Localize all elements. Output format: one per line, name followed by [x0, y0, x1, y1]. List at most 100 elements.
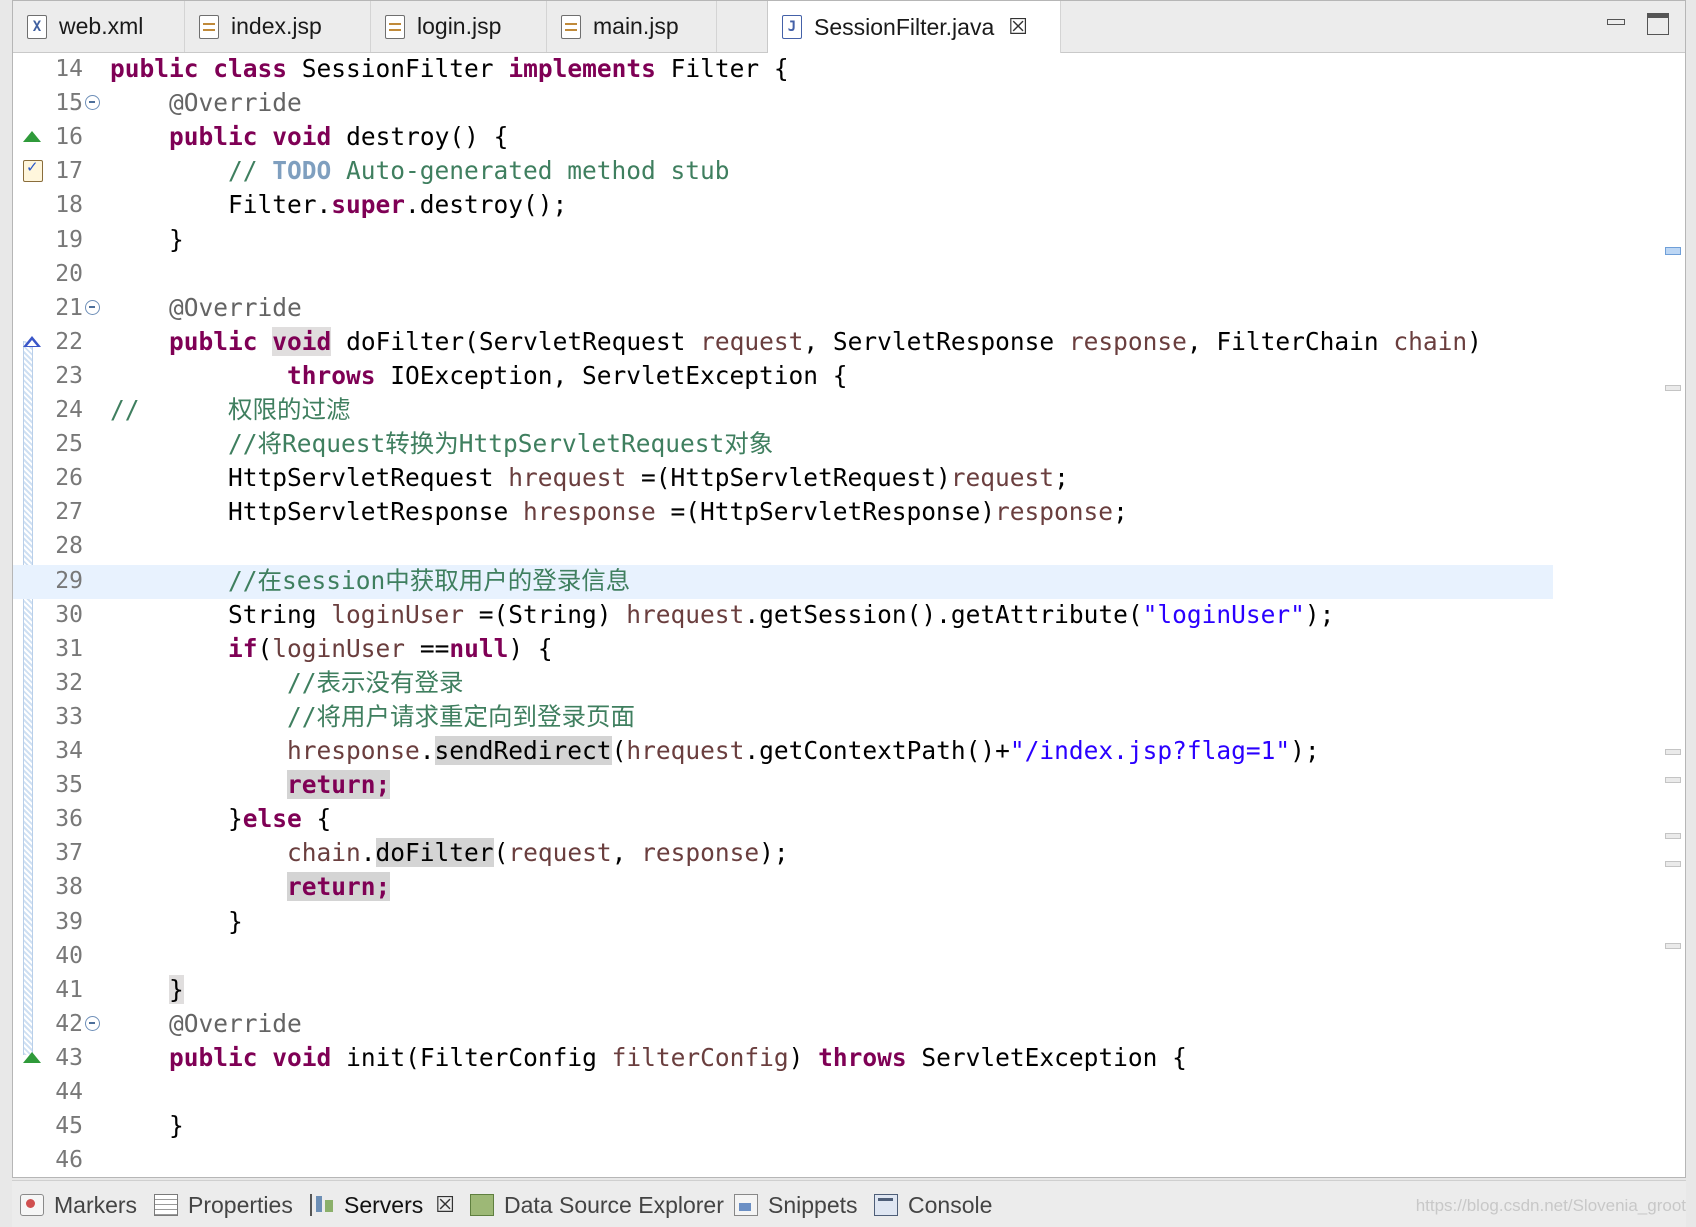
view-tab-properties[interactable]: Properties [154, 1185, 293, 1225]
watermark: https://blog.csdn.net/Slovenia_groot [1415, 1196, 1686, 1215]
line-number: 14 [55, 56, 83, 82]
code-line[interactable]: 14 public class SessionFilter implements … [13, 53, 1553, 87]
collapse-icon[interactable] [85, 1015, 100, 1031]
tab-login-jsp[interactable]: login.jsp [371, 1, 547, 52]
tab-label: login.jsp [417, 13, 502, 39]
view-tab-servers[interactable]: Servers ☒ [310, 1185, 455, 1225]
code-text: if(loginUser ==null) { [228, 633, 553, 663]
code-line[interactable]: 46 [13, 1144, 1553, 1178]
line-number: 28 [55, 533, 83, 560]
code-line[interactable]: 32 //表示没有登录 [13, 667, 1553, 701]
view-tab-label: Data Source Explorer [504, 1191, 724, 1218]
code-text: public class SessionFilter implements Fi… [110, 54, 789, 83]
code-text: @Override [169, 88, 302, 118]
maximize-icon[interactable] [1647, 13, 1669, 35]
line-number: 35 [55, 772, 83, 799]
view-tab-snippets[interactable]: Snippets [734, 1185, 858, 1225]
code-text: return; [287, 770, 391, 800]
view-tab-markers[interactable]: Markers [20, 1185, 137, 1225]
occurrence-marker[interactable] [1665, 861, 1681, 867]
line-number: 24 [55, 397, 83, 423]
minimize-icon[interactable] [1605, 11, 1629, 35]
line-number: 29 [55, 567, 83, 594]
tab-index-jsp[interactable]: index.jsp [185, 1, 371, 52]
jsp-file-icon [199, 14, 219, 39]
tab-main-jsp[interactable]: main.jsp [547, 1, 717, 52]
line-number: 18 [55, 192, 83, 219]
tab-web-xml[interactable]: X web.xml [13, 1, 185, 52]
snippets-icon [734, 1194, 758, 1216]
code-line[interactable]: 26 HttpServletRequest hrequest =(HttpSer… [13, 462, 1553, 496]
view-tab-data-source-explorer[interactable]: Data Source Explorer [470, 1185, 724, 1225]
code-text: //将Request转换为HttpServletRequest对象 [228, 429, 774, 459]
line-number: 37 [55, 840, 83, 867]
code-text: } [110, 906, 243, 936]
code-line[interactable]: 42 @Override [13, 1008, 1553, 1042]
view-tab-label: Properties [188, 1191, 293, 1218]
code-line[interactable]: 30 String loginUser =(String) hrequest.g… [13, 599, 1553, 633]
code-line[interactable]: 44 [13, 1076, 1553, 1110]
line-number: 26 [55, 465, 83, 492]
occurrence-marker[interactable] [1665, 749, 1681, 755]
code-line[interactable]: 22 public void doFilter(ServletRequest r… [13, 326, 1553, 360]
properties-icon [154, 1194, 178, 1216]
line-number: 34 [55, 738, 83, 764]
code-text: //将用户请求重定向到登录页面 [287, 701, 636, 731]
code-line[interactable]: 27 HttpServletResponse hresponse =(HttpS… [13, 496, 1553, 530]
xml-file-icon: X [27, 14, 47, 39]
code-text: //表示没有登录 [287, 667, 464, 697]
code-line[interactable]: 25 //将Request转换为HttpServletRequest对象 [13, 428, 1553, 462]
code-line[interactable]: 40 [13, 940, 1553, 974]
code-line[interactable]: 28 [13, 530, 1553, 564]
overview-ruler[interactable] [1659, 53, 1685, 1173]
occurrence-marker[interactable] [1665, 833, 1681, 839]
code-line[interactable]: 37 chain.doFilter(request, response); [13, 837, 1553, 871]
code-line[interactable]: 33 //将用户请求重定向到登录页面 [13, 701, 1553, 735]
code-line[interactable]: 29 //在session中获取用户的登录信息 [13, 564, 1553, 599]
collapse-icon[interactable] [85, 95, 100, 111]
code-text: //在session中获取用户的登录信息 [228, 565, 631, 595]
line-number: 33 [55, 703, 83, 730]
line-number: 43 [55, 1044, 83, 1071]
line-number: 21 [55, 294, 83, 321]
code-line[interactable]: 35 return; [13, 769, 1553, 803]
code-line[interactable]: 18 Filter.super.destroy(); [13, 189, 1553, 223]
code-text: String loginUser =(String) hrequest.getS… [110, 599, 1335, 629]
data-source-explorer-icon [470, 1194, 494, 1216]
code-line[interactable]: 39 } [13, 906, 1553, 940]
line-number: 38 [55, 874, 83, 901]
code-text: Filter.super.destroy(); [110, 190, 568, 220]
code-text: // TODO Auto-generated method stub [228, 156, 730, 186]
code-line[interactable]: 45 } [13, 1110, 1553, 1144]
code-line[interactable]: 21 @Override [13, 292, 1553, 326]
code-line[interactable]: 24 // 权限的过滤 [13, 394, 1553, 428]
code-line[interactable]: 19 } [13, 224, 1553, 258]
code-text: } [110, 1111, 184, 1141]
servers-icon [310, 1194, 334, 1216]
tab-session-filter-java[interactable]: J SessionFilter.java ☒ [767, 1, 1061, 53]
code-line[interactable]: 15 @Override [13, 87, 1553, 121]
code-line[interactable]: 31 if(loginUser ==null) { [13, 633, 1553, 667]
code-line[interactable]: 36 }else { [13, 803, 1553, 837]
code-line[interactable]: 17 // TODO Auto-generated method stub [13, 155, 1553, 189]
java-file-icon: J [782, 15, 802, 39]
code-text: HttpServletResponse hresponse =(HttpServ… [110, 497, 1128, 527]
view-tab-console[interactable]: Console [874, 1185, 992, 1225]
close-icon[interactable]: ☒ [1008, 14, 1028, 40]
code-line[interactable]: 38 return; [13, 871, 1553, 905]
tab-label: main.jsp [593, 13, 679, 39]
code-line[interactable]: 16 public void destroy() { [13, 121, 1553, 155]
occurrence-marker[interactable] [1665, 247, 1681, 255]
close-icon[interactable]: ☒ [435, 1192, 455, 1218]
view-tab-label: Markers [54, 1191, 138, 1218]
code-line[interactable]: 41 } [13, 974, 1553, 1008]
collapse-icon[interactable] [85, 299, 100, 315]
line-number: 44 [55, 1079, 83, 1105]
occurrence-marker[interactable] [1665, 385, 1681, 391]
code-line[interactable]: 20 [13, 258, 1553, 292]
code-line[interactable]: 23 throws IOException, ServletException … [13, 360, 1553, 394]
occurrence-marker[interactable] [1665, 777, 1681, 783]
code-line[interactable]: 34 hresponse.sendRedirect(hrequest.getCo… [13, 735, 1553, 769]
occurrence-marker[interactable] [1665, 943, 1681, 949]
code-line[interactable]: 43 public void init(FilterConfig filterC… [13, 1042, 1553, 1076]
